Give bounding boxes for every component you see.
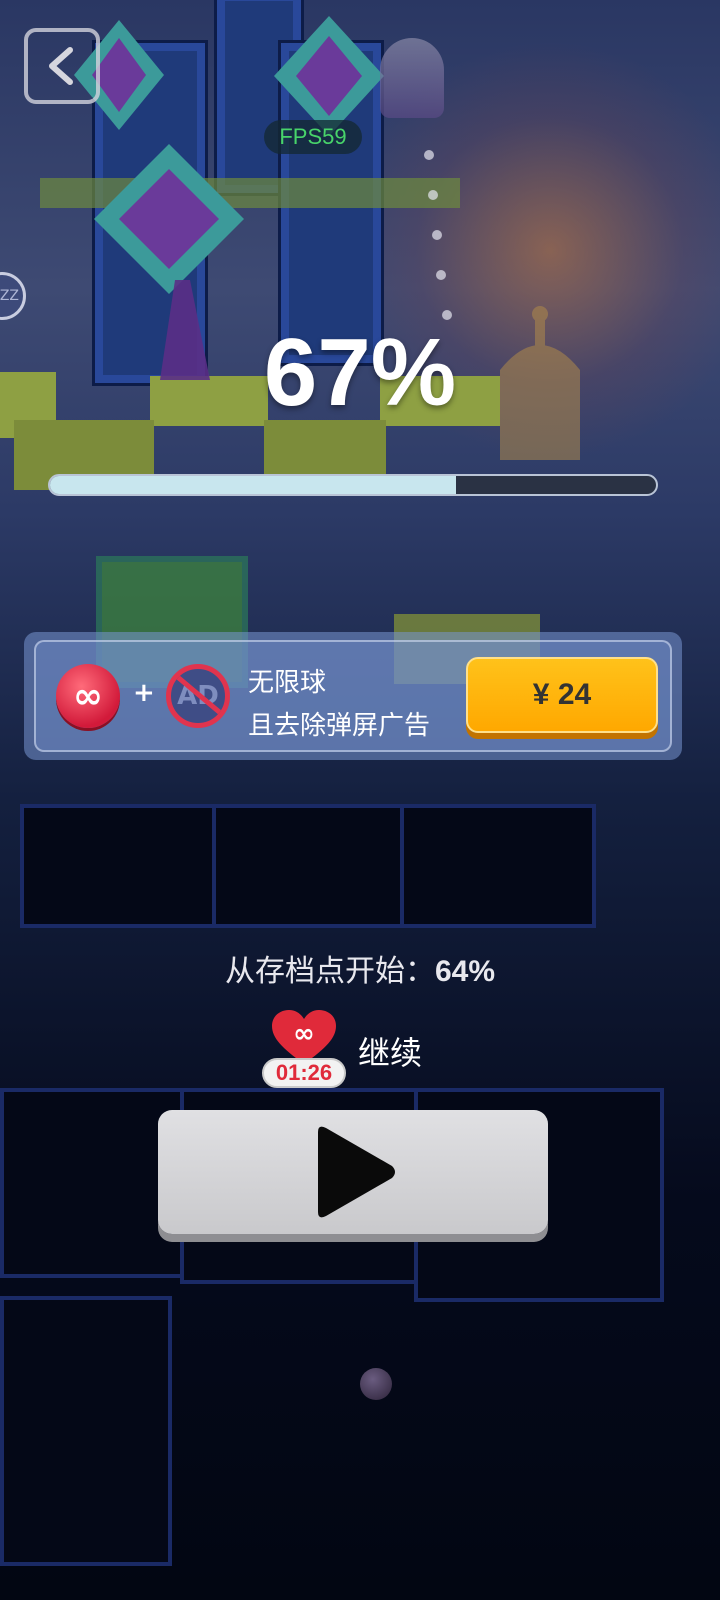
grid-tile [400, 804, 596, 928]
svg-text:∞: ∞ [293, 1019, 315, 1049]
trail-dot [428, 190, 438, 200]
continue-timer: 01:26 [262, 1058, 346, 1088]
plus-sign: + [133, 678, 155, 708]
kite-decoration [94, 144, 244, 294]
progress-percent: 67% [263, 319, 457, 426]
progress-fill [50, 476, 457, 494]
kite-decoration [274, 16, 384, 136]
player-ball [380, 38, 444, 118]
promo-title: 无限球 [248, 668, 327, 698]
buy-price-button[interactable]: ¥ 24 [466, 657, 658, 733]
checkpoint-value: 64% [434, 955, 496, 988]
grid-tile [0, 1296, 172, 1566]
continue-label: 继续 [358, 1034, 423, 1072]
trail-dot [432, 230, 442, 240]
trail-dot [436, 270, 446, 280]
infinity-icon: ∞ [56, 664, 120, 728]
grid-tile [20, 804, 220, 928]
game-ball [360, 1368, 392, 1400]
grid-tile [212, 804, 406, 928]
no-ad-label: AD [177, 681, 219, 711]
game-scene [0, 0, 720, 1600]
floor-tile [264, 420, 386, 480]
back-button[interactable] [24, 28, 100, 104]
trail-dot [424, 150, 434, 160]
fps-counter: FPS59 [264, 120, 362, 154]
checkpoint-label: 从存档点开始： [224, 954, 435, 989]
progress-bar [48, 474, 658, 496]
play-continue-button[interactable] [158, 1110, 548, 1234]
back-arrow-icon [49, 47, 73, 85]
promo-subtitle: 且去除弹屏广告 [248, 711, 431, 741]
checkpoint-text: 从存档点开始：64% [0, 946, 720, 990]
play-icon [318, 1126, 395, 1218]
no-ad-icon: AD [166, 664, 230, 728]
